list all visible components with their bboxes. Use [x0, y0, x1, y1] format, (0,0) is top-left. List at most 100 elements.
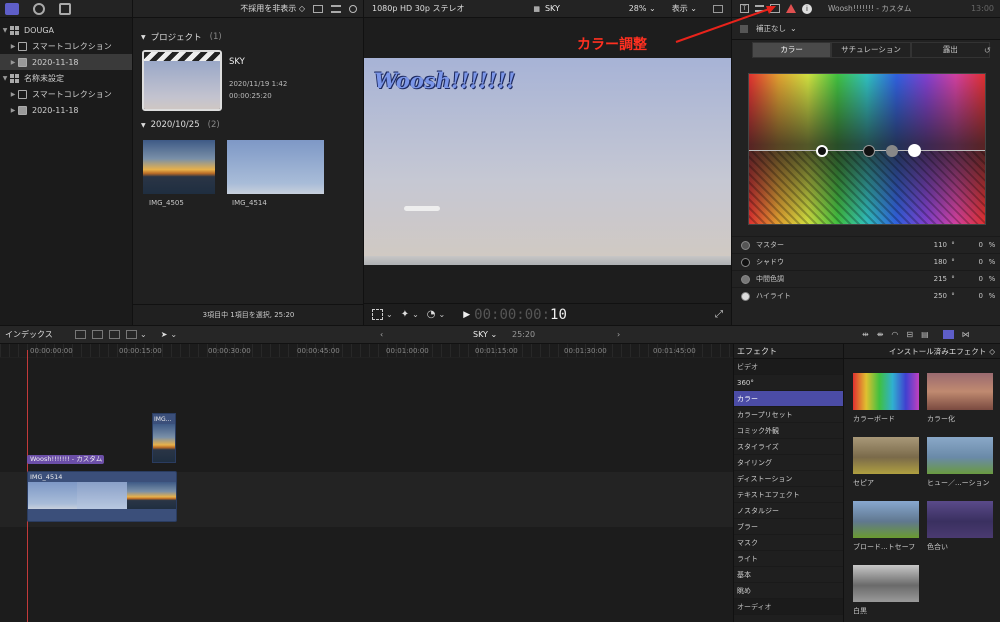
library-item-event-selected[interactable]: ▶ 2020-11-18 [0, 54, 132, 70]
tab-saturation[interactable]: サチュレーション [831, 42, 911, 58]
primary-clip[interactable]: IMG_4514 [27, 471, 177, 522]
title-overlay[interactable]: Woosh!!!!!!! [374, 68, 516, 93]
chevron-down-icon[interactable]: ⌄ [412, 310, 419, 319]
disclosure-right-icon[interactable]: ▶ [8, 107, 18, 114]
reset-icon[interactable]: ↺ [984, 46, 991, 55]
effect-tile-broadcast-safe[interactable] [853, 501, 919, 538]
category-mask[interactable]: マスク [734, 535, 843, 551]
filmstrip-view-icon[interactable] [313, 4, 323, 13]
category-tiling[interactable]: タイリング [734, 455, 843, 471]
param-highlights[interactable]: ハイライト 250 ° 0% [732, 287, 1000, 304]
param-shadows[interactable]: シャドウ 180 ° 0% [732, 253, 1000, 270]
category-nostalgia[interactable]: ノスタルジー [734, 503, 843, 519]
photos-audio-icon[interactable] [33, 2, 45, 15]
disclosure-right-icon[interactable]: ▶ [8, 91, 18, 98]
speed-icon[interactable]: ◔ [427, 309, 436, 320]
tab-exposure[interactable]: 露出 [910, 42, 990, 58]
category-light[interactable]: ライト [734, 551, 843, 567]
category-blur[interactable]: ブラー [734, 519, 843, 535]
project-group-header[interactable]: ▼ プロジェクト (1) [141, 31, 222, 43]
connect-clip-icon[interactable] [75, 330, 86, 339]
installed-effects-dropdown[interactable]: インストール済みエフェクト ◇ [844, 344, 1000, 359]
info-icon[interactable]: i [802, 3, 812, 14]
chevron-down-icon[interactable]: ⌄ [140, 330, 147, 339]
disclosure-down-icon[interactable]: ▼ [0, 27, 10, 34]
category-distortion[interactable]: ディストーション [734, 471, 843, 487]
clip-thumbnail[interactable] [143, 140, 215, 194]
disclosure-down-icon[interactable]: ▼ [141, 122, 146, 129]
param-midtones[interactable]: 中間色調 215 ° 0% [732, 270, 1000, 287]
effect-tile-black-white[interactable] [853, 565, 919, 602]
library-item-smart-collection[interactable]: ▶ スマートコレクション [0, 86, 132, 102]
category-stylize[interactable]: スタイライズ [734, 439, 843, 455]
effect-tile-tint[interactable] [927, 501, 993, 538]
annotation-arrow-icon [675, 6, 776, 43]
zoom-dropdown[interactable]: 28% ⌄ [629, 4, 656, 13]
color-board[interactable] [748, 73, 986, 225]
master-puck[interactable] [816, 145, 828, 157]
fullscreen-icon[interactable]: ⤢ [715, 309, 723, 320]
audio-skimming-icon[interactable]: ⇼ [877, 330, 884, 339]
disclosure-right-icon[interactable]: ▶ [8, 43, 18, 50]
category-comic[interactable]: コミック外観 [734, 423, 843, 439]
category-color[interactable]: カラー [734, 391, 843, 407]
ruler-label: 00:00:00:00 [30, 347, 73, 355]
library-item-event[interactable]: ▶ 2020-11-18 [0, 102, 132, 118]
solo-icon[interactable]: ◠ [891, 330, 898, 339]
effect-tile-color-board[interactable] [853, 373, 919, 410]
snapping-icon[interactable]: ⊟ [906, 330, 913, 339]
chevron-down-icon[interactable]: ⌄ [386, 310, 393, 319]
chevron-down-icon[interactable]: ⌄ [439, 310, 446, 319]
forward-arrow-icon[interactable]: › [617, 330, 620, 339]
magic-wand-icon[interactable]: ✦ [401, 309, 409, 320]
disclosure-right-icon[interactable]: ▶ [8, 59, 18, 66]
insert-clip-icon[interactable] [92, 330, 103, 339]
clapper-icon: ▦ [533, 5, 540, 13]
connected-clip[interactable]: IMG... [152, 413, 176, 463]
clip-appearance-icon[interactable]: ▤ [921, 330, 929, 339]
overwrite-clip-icon[interactable] [126, 330, 137, 339]
param-master[interactable]: マスター 110 ° 0% [732, 236, 1000, 253]
skimming-icon[interactable]: ⇹ [862, 330, 869, 339]
highlights-puck[interactable] [908, 144, 921, 157]
video-frame[interactable]: Woosh!!!!!!! [364, 58, 731, 265]
category-color-presets[interactable]: カラープリセット [734, 407, 843, 423]
chevron-down-icon[interactable]: ⌄ [170, 330, 177, 339]
search-icon[interactable] [349, 4, 357, 13]
project-thumbnail[interactable] [142, 50, 222, 111]
timecode-display[interactable]: 00:00:00:10 [474, 307, 567, 323]
date-group-header[interactable]: ▼ 2020/10/25 (2) [141, 120, 220, 130]
clip-thumbnail[interactable] [227, 140, 324, 194]
disclosure-down-icon[interactable]: ▼ [141, 34, 146, 41]
shadows-puck[interactable] [863, 145, 875, 157]
midtones-puck[interactable] [886, 145, 898, 157]
list-view-icon[interactable] [331, 4, 341, 13]
library-item-untitled[interactable]: ▼ 名称未設定 [0, 70, 132, 86]
library-item-douga[interactable]: ▼ DOUGA [0, 22, 132, 38]
category-header-video: ビデオ [734, 359, 843, 375]
category-basics[interactable]: 基本 [734, 567, 843, 583]
category-looks[interactable]: 眺め [734, 583, 843, 599]
libraries-icon[interactable] [5, 2, 19, 15]
timeline-project-title[interactable]: SKY ⌄ [473, 330, 497, 339]
play-button[interactable]: ▶ [463, 310, 470, 320]
filter-dropdown[interactable]: 不採用を非表示 ◇ [240, 3, 305, 14]
disclosure-down-icon[interactable]: ▼ [0, 75, 10, 82]
transitions-icon[interactable]: ⋈ [962, 330, 970, 339]
effect-tile-colorize[interactable] [927, 373, 993, 410]
select-tool-icon[interactable]: ➤ [161, 330, 168, 339]
title-clip[interactable]: Woosh!!!!!!! - カスタム [27, 455, 104, 464]
category-text-effects[interactable]: テキストエフェクト [734, 487, 843, 503]
titles-generators-icon[interactable] [59, 2, 71, 15]
ruler-label: 00:00:15:00 [119, 347, 162, 355]
timeline-ruler[interactable]: 00:00:00:00 00:00:15:00 00:00:30:00 00:0… [0, 344, 733, 358]
category-360[interactable]: 360° [734, 375, 843, 391]
index-button[interactable]: インデックス [5, 329, 75, 340]
back-arrow-icon[interactable]: ‹ [380, 330, 383, 339]
effect-tile-sepia[interactable] [853, 437, 919, 474]
append-clip-icon[interactable] [109, 330, 120, 339]
effect-tile-hue-saturation[interactable] [927, 437, 993, 474]
library-item-smart-collection[interactable]: ▶ スマートコレクション [0, 38, 132, 54]
transform-icon[interactable] [372, 309, 383, 320]
effects-browser-icon[interactable] [942, 330, 954, 339]
